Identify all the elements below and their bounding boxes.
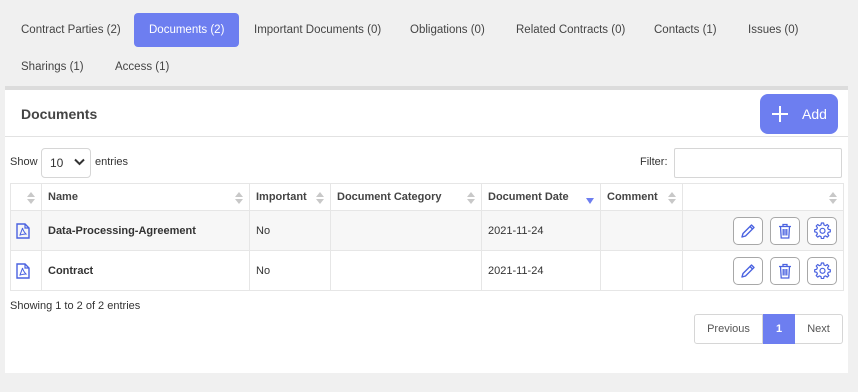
sort-icon — [467, 192, 475, 204]
panel-header-divider — [5, 136, 848, 137]
gear-icon — [813, 222, 831, 239]
tab-sharings[interactable]: Sharings (1) — [6, 50, 99, 84]
document-category — [330, 250, 482, 291]
column-header-name[interactable]: Name — [41, 183, 250, 211]
sort-icon — [316, 192, 324, 204]
edit-button[interactable] — [733, 216, 763, 245]
tab-related-contracts[interactable]: Related Contracts (0) — [501, 13, 640, 47]
sort-icon — [235, 192, 243, 204]
settings-button[interactable] — [807, 216, 837, 245]
entries-label: entries — [95, 156, 129, 168]
table-row: Contract No 2021-11-24 — [10, 250, 844, 291]
tab-access[interactable]: Access (1) — [100, 50, 184, 84]
tab-issues[interactable]: Issues (0) — [733, 13, 814, 47]
plus-icon — [772, 106, 788, 122]
gear-icon — [813, 262, 831, 279]
panel-title: Documents — [21, 106, 98, 122]
documents-panel: Documents Add Show 10 entries Filter: Na… — [5, 90, 848, 373]
entries-per-page-value: 10 — [50, 156, 64, 170]
entries-per-page-select[interactable]: 10 — [41, 148, 91, 178]
previous-page-button[interactable]: Previous — [694, 314, 763, 344]
filter-input[interactable] — [674, 148, 842, 178]
table-row: Data-Processing-Agreement No 2021-11-24 — [10, 210, 844, 251]
tab-obligations[interactable]: Obligations (0) — [395, 13, 500, 47]
sort-desc-icon — [586, 198, 594, 204]
document-important: No — [249, 210, 331, 251]
sort-icon — [27, 192, 35, 204]
delete-button[interactable] — [770, 216, 800, 245]
document-category — [330, 210, 482, 251]
pagination: Previous 1 Next — [694, 314, 843, 344]
add-document-button[interactable]: Add — [760, 94, 838, 134]
sort-icon — [829, 192, 837, 204]
column-header-comment[interactable]: Comment — [600, 183, 683, 211]
column-header-document-date[interactable]: Document Date — [481, 183, 601, 211]
chevron-down-icon — [74, 158, 85, 166]
table-header-row: Name Important Document Category Documen… — [10, 183, 844, 211]
document-name: Contract — [41, 250, 250, 291]
settings-button[interactable] — [807, 256, 837, 285]
document-date: 2021-11-24 — [481, 250, 601, 291]
column-header-actions[interactable] — [682, 183, 844, 211]
table-info: Showing 1 to 2 of 2 entries — [10, 300, 141, 312]
add-button-label: Add — [802, 106, 827, 122]
file-type-cell — [10, 250, 42, 291]
pencil-icon — [741, 263, 755, 278]
document-comment — [600, 250, 683, 291]
documents-table: Name Important Document Category Documen… — [10, 183, 844, 291]
column-header-document-category[interactable]: Document Category — [330, 183, 482, 211]
tab-contacts[interactable]: Contacts (1) — [639, 13, 732, 47]
edit-button[interactable] — [733, 256, 763, 285]
pdf-file-icon[interactable] — [16, 222, 30, 239]
tab-important-documents[interactable]: Important Documents (0) — [239, 13, 396, 47]
page-1-button[interactable]: 1 — [763, 314, 795, 344]
tab-contract-parties[interactable]: Contract Parties (2) — [6, 13, 136, 47]
filter-label: Filter: — [640, 156, 668, 168]
column-header-important[interactable]: Important — [249, 183, 331, 211]
pencil-icon — [741, 223, 755, 238]
pdf-file-icon[interactable] — [16, 262, 30, 279]
document-date: 2021-11-24 — [481, 210, 601, 251]
document-comment — [600, 210, 683, 251]
trash-icon — [779, 223, 791, 239]
document-important: No — [249, 250, 331, 291]
sort-icon — [668, 192, 676, 204]
tab-documents[interactable]: Documents (2) — [134, 13, 240, 47]
actions-cell — [682, 250, 844, 291]
show-label: Show — [10, 156, 38, 168]
trash-icon — [779, 263, 791, 279]
column-header-type[interactable] — [10, 183, 42, 211]
file-type-cell — [10, 210, 42, 251]
delete-button[interactable] — [770, 256, 800, 285]
actions-cell — [682, 210, 844, 251]
next-page-button[interactable]: Next — [795, 314, 843, 344]
document-name: Data-Processing-Agreement — [41, 210, 250, 251]
